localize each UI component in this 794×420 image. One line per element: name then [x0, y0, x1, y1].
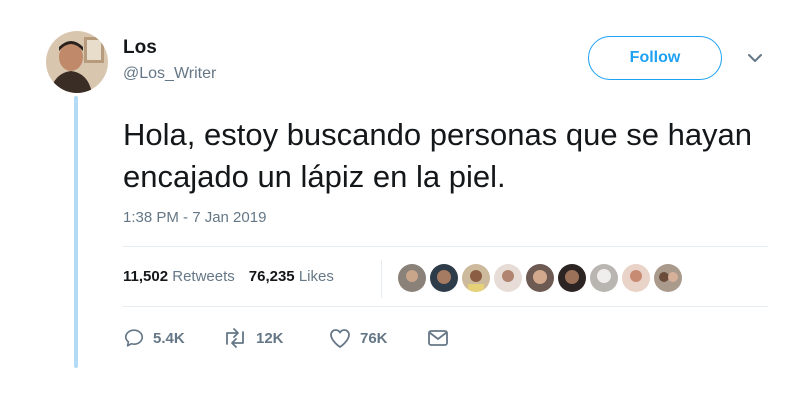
tweet-actions: 5.4K 12K 76K — [123, 327, 449, 349]
liker-avatar[interactable] — [494, 264, 522, 292]
liker-avatars — [398, 264, 682, 292]
retweets-label: Retweets — [172, 268, 235, 285]
like-count: 76K — [360, 329, 388, 347]
likes-count: 76,235 — [248, 268, 295, 285]
reply-count: 5.4K — [153, 329, 185, 347]
retweet-count: 12K — [256, 329, 284, 347]
user-name[interactable]: Los — [123, 37, 157, 59]
stats-separator — [381, 260, 382, 298]
liker-avatar[interactable] — [622, 264, 650, 292]
tweet-timestamp[interactable]: 1:38 PM - 7 Jan 2019 — [123, 209, 266, 226]
like-icon — [330, 329, 350, 348]
direct-message-icon — [428, 330, 448, 346]
liker-avatar[interactable] — [590, 264, 618, 292]
direct-message-button[interactable] — [427, 328, 449, 348]
user-handle[interactable]: @Los_Writer — [123, 65, 216, 83]
engagement-stats: 11,502 Retweets 76,235 Likes — [123, 268, 334, 285]
reply-button[interactable]: 5.4K — [123, 327, 222, 349]
avatar[interactable] — [46, 31, 108, 93]
follow-button[interactable]: Follow — [588, 36, 722, 80]
thread-line — [74, 96, 78, 368]
retweets-count: 11,502 — [123, 268, 169, 285]
like-button[interactable]: 76K — [328, 327, 427, 349]
likes-stat[interactable]: 76,235 Likes — [249, 268, 334, 285]
liker-avatar[interactable] — [398, 264, 426, 292]
tweet-text: Hola, estoy buscando personas que se hay… — [123, 117, 753, 194]
chevron-down-icon[interactable] — [748, 53, 762, 63]
divider-top — [123, 246, 768, 247]
liker-avatar[interactable] — [654, 264, 682, 292]
retweet-button[interactable]: 12K — [222, 327, 328, 349]
liker-avatar[interactable] — [526, 264, 554, 292]
liker-avatar[interactable] — [558, 264, 586, 292]
likes-label: Likes — [298, 268, 334, 285]
reply-icon — [124, 329, 144, 347]
retweets-stat[interactable]: 11,502 Retweets — [123, 268, 235, 285]
retweet-icon — [226, 328, 244, 348]
liker-avatar[interactable] — [462, 264, 490, 292]
divider-bottom — [123, 306, 768, 307]
liker-avatar[interactable] — [430, 264, 458, 292]
